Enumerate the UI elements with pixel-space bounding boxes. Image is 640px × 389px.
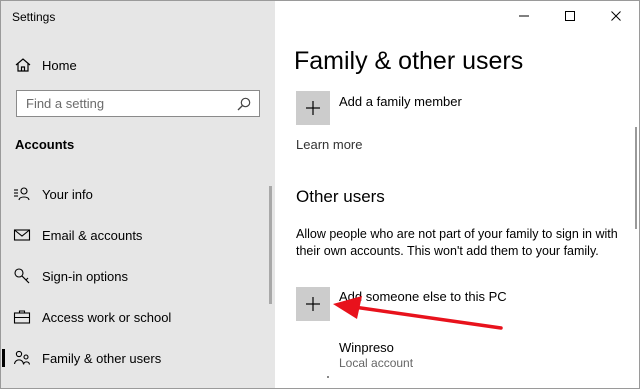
minimize-button[interactable] — [501, 1, 547, 31]
maximize-icon — [565, 11, 575, 21]
close-icon — [611, 11, 621, 21]
email-icon — [13, 229, 31, 241]
sidebar-item-label: Your info — [42, 186, 93, 202]
family-icon — [13, 350, 31, 365]
sidebar-item-sign-in-options[interactable]: Sign-in options — [1, 261, 271, 291]
sidebar-item-access-work-school[interactable]: Access work or school — [1, 302, 271, 332]
sidebar: Settings Home Accounts — [1, 1, 275, 388]
list-item-marker — [327, 376, 329, 378]
search-icon[interactable] — [236, 96, 252, 112]
add-someone-else-button[interactable] — [296, 287, 330, 321]
sidebar-item-label: Access work or school — [42, 309, 172, 325]
briefcase-icon — [13, 310, 31, 324]
other-users-description: Allow people who are not part of your fa… — [296, 227, 618, 258]
minimize-icon — [519, 15, 529, 17]
sidebar-home[interactable]: Home — [14, 55, 77, 75]
learn-more-link[interactable]: Learn more — [296, 137, 362, 152]
home-icon — [15, 58, 31, 72]
other-users-heading: Other users — [296, 187, 385, 206]
user-info-icon — [14, 187, 30, 201]
maximize-button[interactable] — [547, 1, 593, 31]
sidebar-scrollbar[interactable] — [269, 186, 272, 304]
add-family-member-button[interactable] — [296, 91, 330, 125]
page-title: Family & other users — [294, 47, 524, 75]
main-scrollbar[interactable] — [635, 127, 637, 229]
user-account-type: Local account — [339, 356, 414, 370]
key-icon — [14, 268, 30, 284]
sidebar-item-label: Email & accounts — [42, 227, 143, 243]
window-title: Settings — [12, 10, 56, 24]
window-controls — [501, 1, 639, 31]
add-someone-else-label[interactable]: Add someone else to this PC — [339, 289, 507, 304]
user-name[interactable]: Winpreso — [339, 340, 394, 355]
sidebar-home-label: Home — [42, 57, 77, 73]
plus-icon — [306, 297, 320, 311]
search-box — [16, 90, 260, 117]
search-input[interactable] — [17, 91, 236, 116]
sidebar-section-title: Accounts — [15, 137, 75, 152]
sidebar-item-label: Sign-in options — [42, 268, 128, 284]
sidebar-item-family-other-users[interactable]: Family & other users — [1, 343, 271, 373]
settings-window: Settings Home Accounts — [0, 0, 640, 389]
sidebar-item-label: Family & other users — [42, 350, 162, 366]
sidebar-item-email-accounts[interactable]: Email & accounts — [1, 220, 271, 250]
add-family-member-label[interactable]: Add a family member — [339, 94, 462, 109]
main-content: Family & other users Add a family member… — [275, 1, 639, 388]
plus-icon — [306, 101, 320, 115]
sidebar-item-your-info[interactable]: Your info — [1, 179, 271, 209]
close-button[interactable] — [593, 1, 639, 31]
